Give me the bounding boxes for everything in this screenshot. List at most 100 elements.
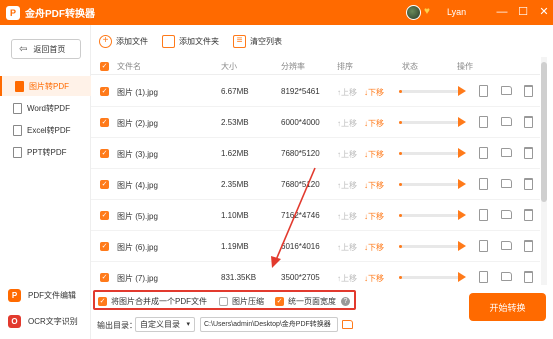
- play-icon[interactable]: [458, 148, 466, 158]
- play-icon[interactable]: [458, 241, 466, 251]
- play-icon[interactable]: [458, 179, 466, 189]
- document-icon[interactable]: [479, 85, 488, 97]
- table-scrollbar[interactable]: [541, 57, 547, 285]
- table-row[interactable]: ✓ 图片 (6).jpg 1.19MB 6016*4016 ↑上移 ↓下移: [91, 231, 540, 262]
- excel-pdf-icon: [13, 124, 22, 136]
- plus-icon: +: [99, 34, 112, 48]
- table-row[interactable]: ✓ 图片 (1).jpg 6.67MB 8192*5461 ↑上移 ↓下移: [91, 76, 540, 107]
- trash-icon[interactable]: [524, 116, 533, 128]
- move-down-button[interactable]: ↓下移: [364, 211, 384, 222]
- table-row[interactable]: ✓ 图片 (2).jpg 2.53MB 6000*4000 ↑上移 ↓下移: [91, 107, 540, 138]
- merge-checkbox[interactable]: ✓: [98, 297, 107, 306]
- document-icon[interactable]: [479, 116, 488, 128]
- table-row[interactable]: ✓ 图片 (4).jpg 2.35MB 7680*5120 ↑上移 ↓下移: [91, 169, 540, 200]
- start-convert-button[interactable]: 开始转换: [469, 293, 546, 321]
- sidebar-item-ppt-to-pdf[interactable]: PPT转PDF: [0, 142, 91, 162]
- output-path-field[interactable]: C:\Users\admin\Desktop\金舟PDF转换器: [200, 317, 338, 332]
- move-down-button[interactable]: ↓下移: [364, 149, 384, 160]
- scrollbar-thumb[interactable]: [541, 62, 547, 202]
- back-home-button[interactable]: ⇦ 返回首页: [11, 39, 81, 59]
- document-icon[interactable]: [479, 147, 488, 159]
- folder-icon[interactable]: [501, 179, 512, 188]
- maximize-button[interactable]: ☐: [515, 4, 531, 20]
- folder-icon[interactable]: [501, 117, 512, 126]
- file-name: 图片 (4).jpg: [117, 181, 158, 190]
- ocr-link[interactable]: O OCR文字识别: [8, 312, 78, 330]
- document-icon[interactable]: [479, 271, 488, 283]
- row-checkbox[interactable]: ✓: [100, 118, 109, 127]
- row-checkbox[interactable]: ✓: [100, 273, 109, 282]
- file-size: 1.62MB: [221, 149, 249, 158]
- table-header: ✓ 文件名 大小 分辨率 排序 状态 操作: [91, 57, 540, 75]
- move-down-button[interactable]: ↓下移: [364, 118, 384, 129]
- trash-icon[interactable]: [524, 147, 533, 159]
- open-folder-icon[interactable]: [342, 320, 353, 329]
- folder-icon[interactable]: [501, 86, 512, 95]
- move-up-button[interactable]: ↑上移: [337, 211, 357, 222]
- play-icon[interactable]: [458, 117, 466, 127]
- move-down-button[interactable]: ↓下移: [364, 242, 384, 253]
- move-up-button[interactable]: ↑上移: [337, 242, 357, 253]
- move-down-button[interactable]: ↓下移: [364, 87, 384, 98]
- pdf-edit-link[interactable]: P PDF文件编辑: [8, 286, 76, 304]
- trash-icon[interactable]: [524, 240, 533, 252]
- folder-icon[interactable]: [501, 241, 512, 250]
- compress-option[interactable]: 图片压缩: [219, 296, 264, 307]
- row-checkbox[interactable]: ✓: [100, 149, 109, 158]
- help-icon[interactable]: ?: [341, 297, 350, 306]
- sidebar: ⇦ 返回首页 图片转PDF Word转PDF Excel转PDF PPT转PDF…: [0, 25, 91, 339]
- move-down-button[interactable]: ↓下移: [364, 273, 384, 284]
- clear-list-button[interactable]: ≡ 清空列表: [233, 34, 282, 48]
- move-up-button[interactable]: ↑上移: [337, 273, 357, 284]
- sidebar-item-word-to-pdf[interactable]: Word转PDF: [0, 98, 91, 118]
- move-up-button[interactable]: ↑上移: [337, 118, 357, 129]
- file-size: 831.35KB: [221, 273, 257, 282]
- trash-icon[interactable]: [524, 85, 533, 97]
- username[interactable]: Lyan: [447, 7, 466, 17]
- file-name: 图片 (7).jpg: [117, 274, 158, 283]
- sidebar-item-label: 图片转PDF: [29, 81, 69, 91]
- document-icon[interactable]: [479, 209, 488, 221]
- minimize-button[interactable]: —: [494, 4, 510, 20]
- move-up-button[interactable]: ↑上移: [337, 87, 357, 98]
- close-button[interactable]: ✕: [536, 4, 552, 20]
- table-row[interactable]: ✓ 图片 (7).jpg 831.35KB 3500*2705 ↑上移 ↓下移: [91, 262, 540, 285]
- row-checkbox[interactable]: ✓: [100, 211, 109, 220]
- table-row[interactable]: ✓ 图片 (3).jpg 1.62MB 7680*5120 ↑上移 ↓下移: [91, 138, 540, 169]
- app-title: 金舟PDF转换器: [25, 9, 95, 20]
- output-dir-select[interactable]: 自定义目录 ▾: [135, 317, 195, 332]
- uniform-width-option[interactable]: ✓ 统一页面宽度 ?: [275, 296, 350, 307]
- merge-option[interactable]: ✓ 将图片合并成一个PDF文件: [98, 296, 207, 307]
- select-all-checkbox[interactable]: ✓: [100, 62, 109, 71]
- file-name: 图片 (5).jpg: [117, 212, 158, 221]
- compress-checkbox[interactable]: [219, 297, 228, 306]
- table-row[interactable]: ✓ 图片 (5).jpg 1.10MB 7162*4746 ↑上移 ↓下移: [91, 200, 540, 231]
- play-icon[interactable]: [458, 272, 466, 282]
- trash-icon[interactable]: [524, 271, 533, 283]
- conversion-progress: [399, 214, 459, 217]
- user-avatar[interactable]: [406, 5, 421, 20]
- row-checkbox[interactable]: ✓: [100, 242, 109, 251]
- row-checkbox[interactable]: ✓: [100, 180, 109, 189]
- play-icon[interactable]: [458, 210, 466, 220]
- folder-icon[interactable]: [501, 148, 512, 157]
- document-icon[interactable]: [479, 240, 488, 252]
- conversion-progress: [399, 276, 459, 279]
- add-file-button[interactable]: + 添加文件: [99, 34, 148, 48]
- row-checkbox[interactable]: ✓: [100, 87, 109, 96]
- document-icon[interactable]: [479, 178, 488, 190]
- sidebar-item-excel-to-pdf[interactable]: Excel转PDF: [0, 120, 91, 140]
- add-folder-button[interactable]: 添加文件夹: [162, 34, 219, 48]
- play-icon[interactable]: [458, 86, 466, 96]
- move-up-label: 上移: [341, 212, 357, 221]
- conversion-progress: [399, 152, 459, 155]
- sidebar-item-image-to-pdf[interactable]: 图片转PDF: [0, 76, 91, 96]
- uniform-width-checkbox[interactable]: ✓: [275, 297, 284, 306]
- folder-icon[interactable]: [501, 272, 512, 281]
- move-down-button[interactable]: ↓下移: [364, 180, 384, 191]
- folder-icon[interactable]: [501, 210, 512, 219]
- trash-icon[interactable]: [524, 209, 533, 221]
- move-up-button[interactable]: ↑上移: [337, 180, 357, 191]
- move-up-button[interactable]: ↑上移: [337, 149, 357, 160]
- trash-icon[interactable]: [524, 178, 533, 190]
